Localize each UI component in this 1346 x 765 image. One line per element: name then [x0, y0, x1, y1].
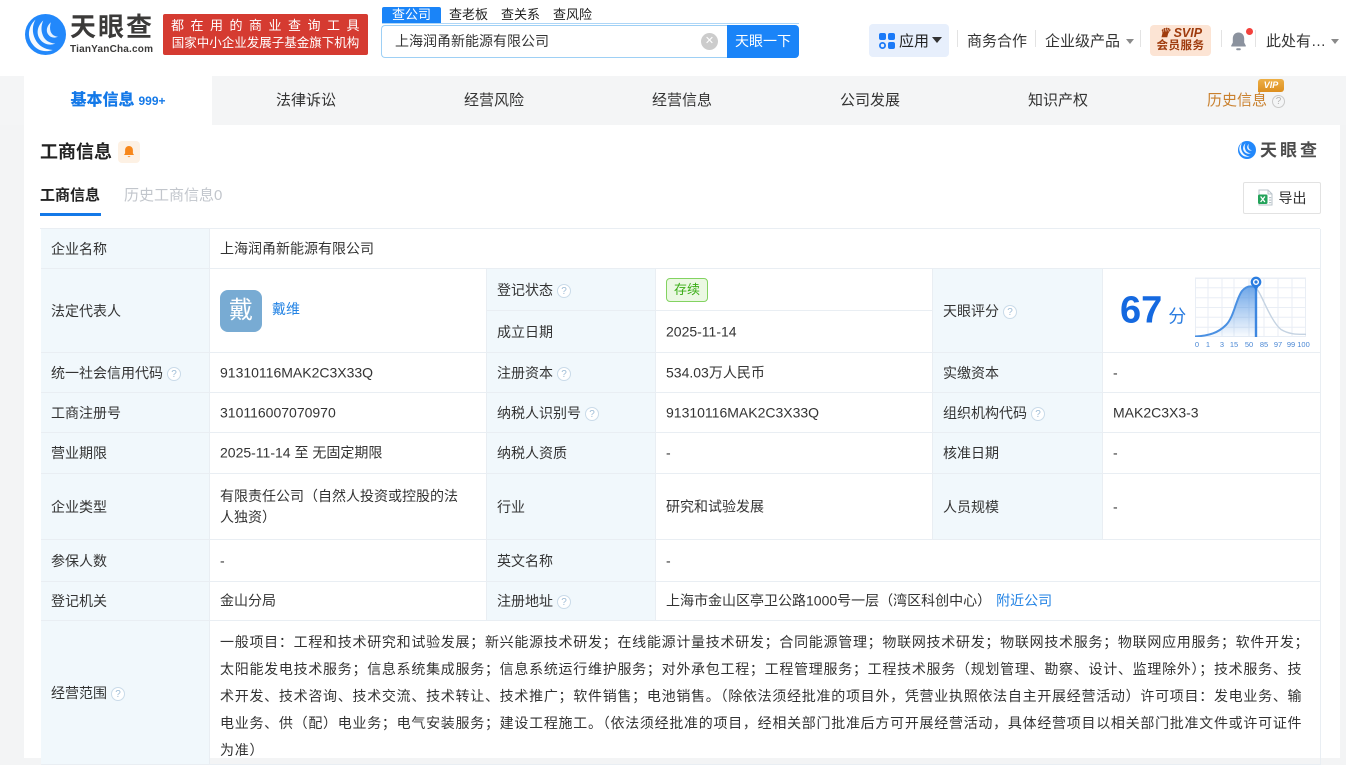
svg-text:50: 50: [1245, 340, 1253, 349]
svg-text:85: 85: [1260, 340, 1268, 349]
svg-text:3: 3: [1220, 340, 1224, 349]
svg-text:1: 1: [1206, 340, 1210, 349]
svg-text:99: 99: [1287, 340, 1295, 349]
svg-text:15: 15: [1230, 340, 1238, 349]
svg-text:0: 0: [1195, 340, 1199, 349]
svg-text:100: 100: [1297, 340, 1310, 349]
svg-text:97: 97: [1274, 340, 1282, 349]
svg-text:天眼查: 天眼查: [1260, 141, 1320, 160]
